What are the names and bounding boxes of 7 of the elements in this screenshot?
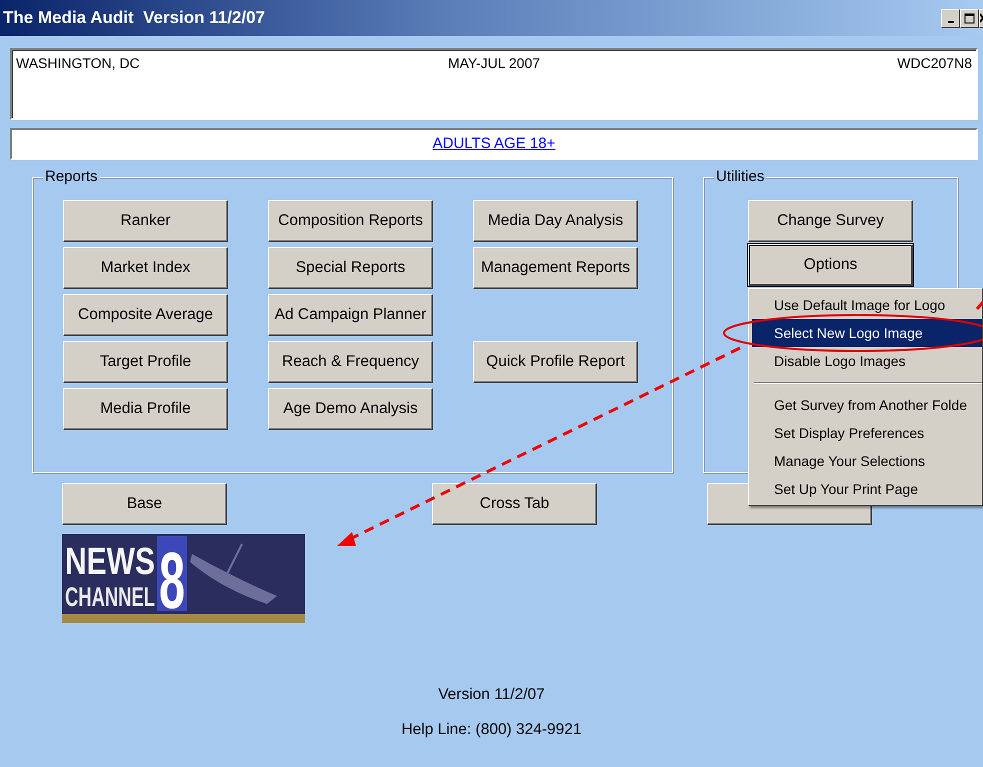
help-line-text: Help Line: (800) 324-9921 [401, 720, 582, 740]
group-title: Reports [43, 168, 100, 186]
window-title: The Media Audit Version 11/2/07 [3, 7, 266, 30]
version-text: Version 11/2/07 [438, 685, 545, 705]
survey-period: MAY-JUL 2007 [448, 54, 540, 73]
survey-code: WDC207N8 [896, 54, 972, 73]
market-name: WASHINGTON, DC [16, 54, 141, 73]
